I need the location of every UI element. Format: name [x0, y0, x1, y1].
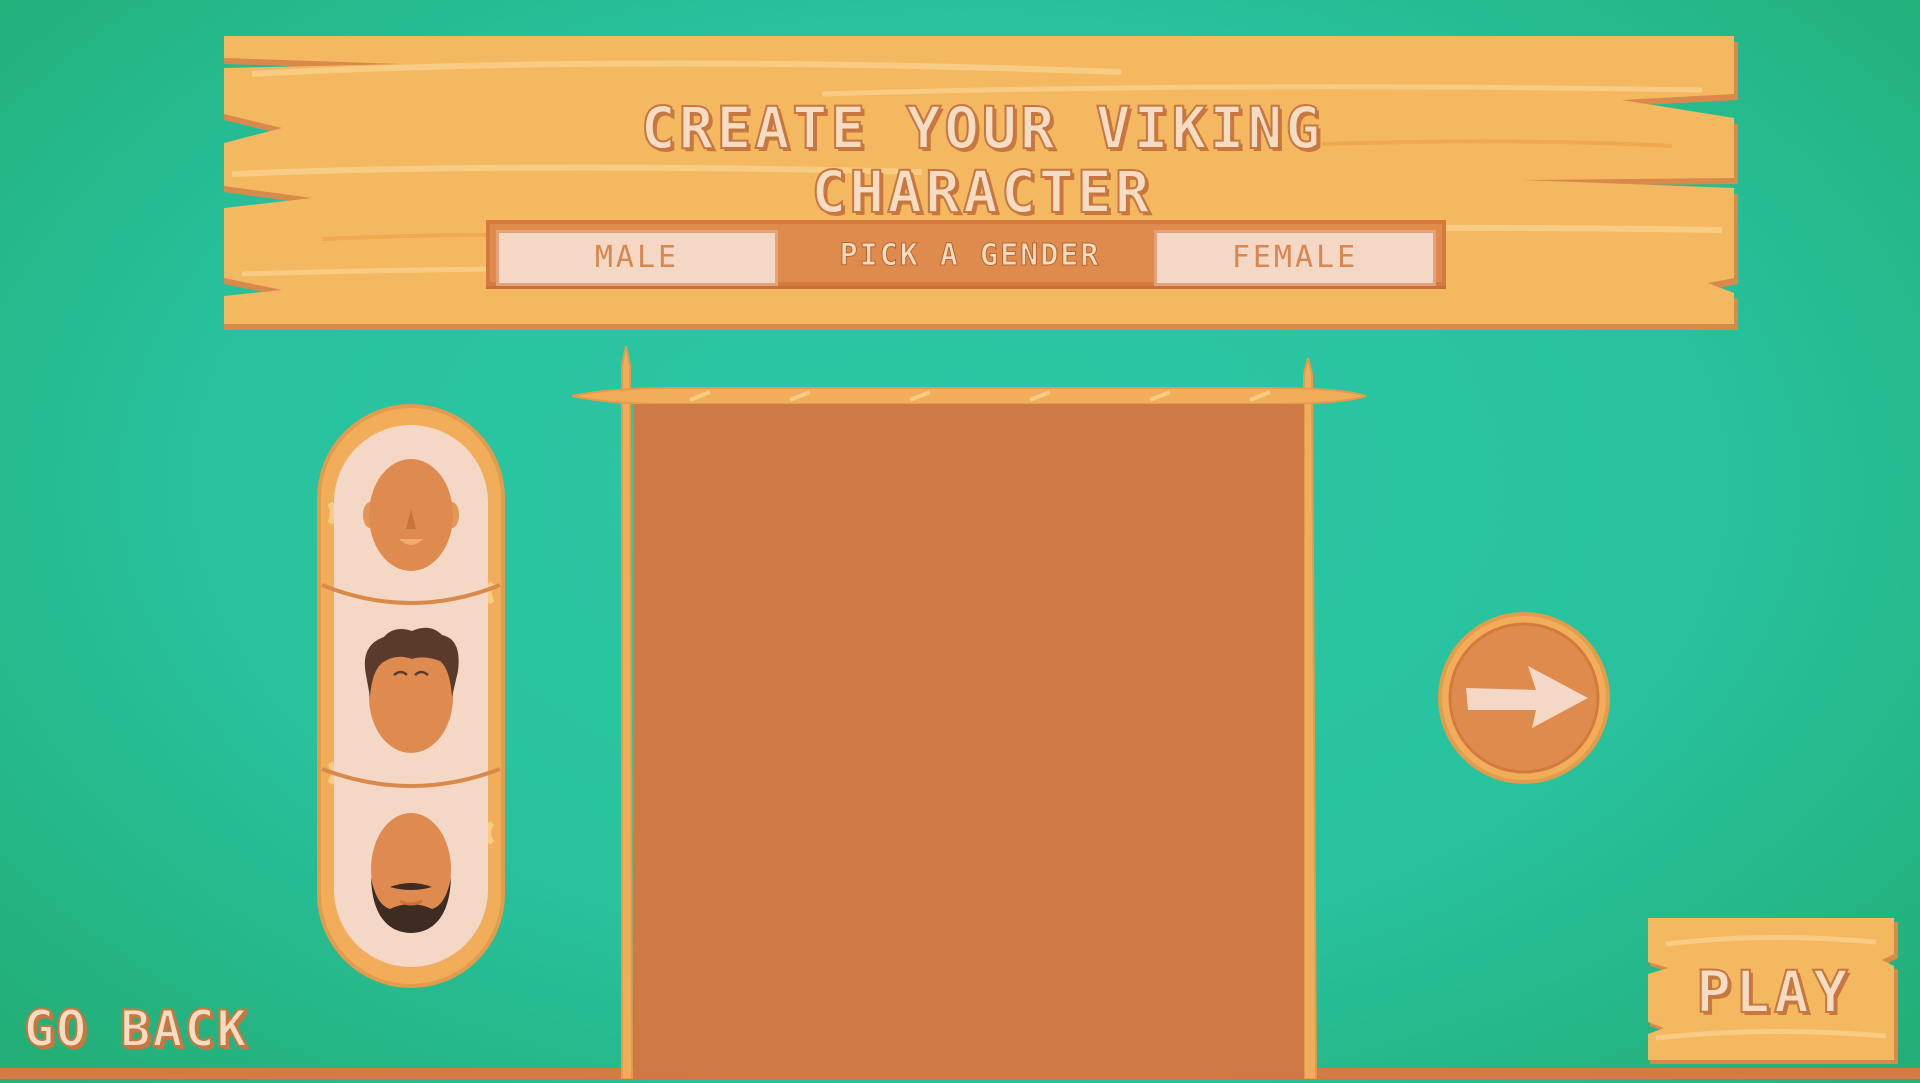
curly-hair-face-icon: [364, 627, 459, 753]
page-title: CREATE YOUR VIKING CHARACTER: [222, 94, 1742, 226]
next-button[interactable]: [1436, 610, 1612, 786]
face-selector: [316, 403, 506, 989]
bald-face-icon: [363, 459, 459, 571]
preview-frame: [571, 345, 1370, 1080]
female-button[interactable]: FEMALE: [1154, 230, 1436, 286]
gender-prompt: PICK A GENDER: [839, 238, 1101, 274]
face-option-1[interactable]: [354, 453, 468, 583]
go-back-button[interactable]: GO BACK: [23, 999, 249, 1059]
right-arrow-icon: [1438, 612, 1610, 784]
title-line-1: CREATE YOUR VIKING: [640, 94, 1324, 162]
character-preview-panel: [570, 345, 1370, 1080]
play-button[interactable]: PLAY: [1646, 918, 1902, 1068]
male-button[interactable]: MALE: [496, 230, 778, 286]
title-line-2: CHARACTER: [810, 158, 1153, 226]
gender-selector: MALE PICK A GENDER FEMALE: [486, 220, 1446, 286]
face-option-2[interactable]: [354, 625, 468, 755]
play-label: PLAY: [1695, 957, 1852, 1027]
bearded-face-icon: [371, 813, 451, 933]
title-board: CREATE YOUR VIKING CHARACTER MALE PICK A…: [222, 34, 1742, 334]
face-option-3[interactable]: [354, 807, 468, 937]
